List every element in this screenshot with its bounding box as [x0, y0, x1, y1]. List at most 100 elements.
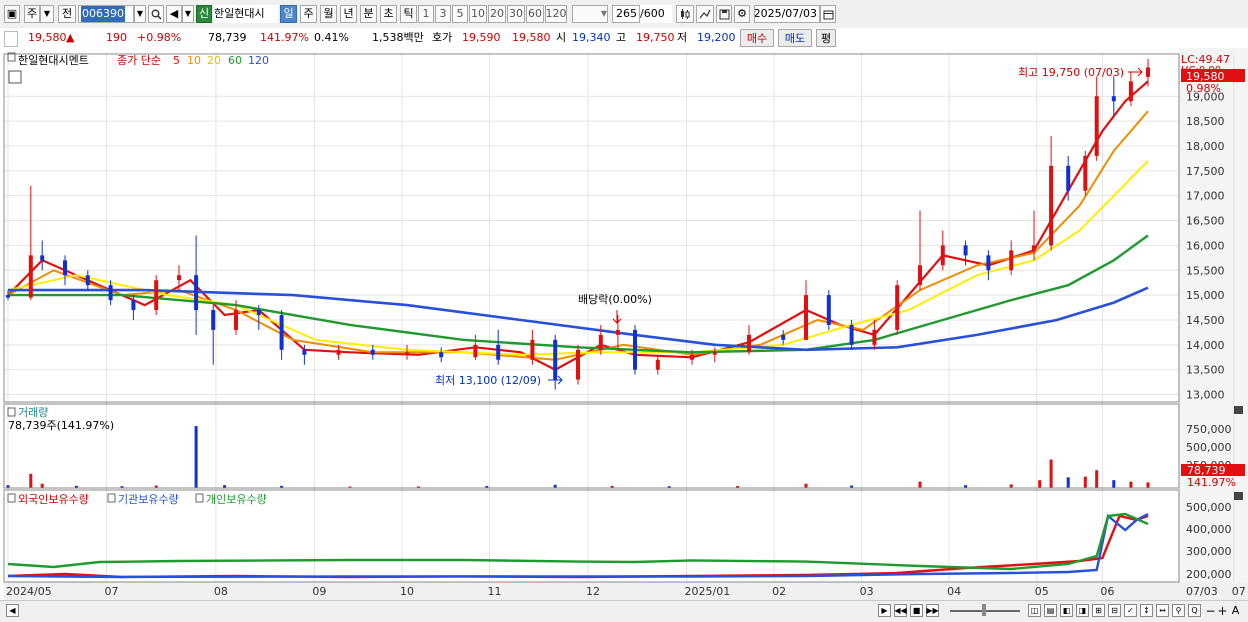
x-axis-label: 08: [214, 585, 228, 598]
candle-body: [849, 324, 854, 345]
interval-button-120[interactable]: 120: [545, 5, 567, 23]
volume-bar: [1112, 480, 1116, 488]
candle-body: [1146, 67, 1150, 77]
chart-tool-icon-2[interactable]: ▤: [1044, 604, 1057, 617]
chart-tool-icon-3[interactable]: ◧: [1060, 604, 1073, 617]
data-table-icon[interactable]: [8, 70, 22, 84]
x-axis-label: 09: [312, 585, 326, 598]
chart-tool-icon-5[interactable]: ⊞: [1092, 604, 1105, 617]
calendar-icon[interactable]: [820, 5, 836, 23]
period-tab-2[interactable]: 월: [320, 5, 337, 23]
candle-body: [336, 349, 341, 355]
volume-panel-close-icon[interactable]: [1234, 406, 1243, 414]
search-icon[interactable]: [148, 5, 164, 23]
gear-icon[interactable]: ⚙: [734, 5, 750, 23]
period-tab-0[interactable]: 일: [280, 5, 297, 23]
holding-panel-close-icon[interactable]: [1234, 492, 1243, 500]
price-tick-label: 16,000: [1186, 239, 1225, 252]
candle-body: [940, 245, 945, 266]
x-axis-label: 04: [947, 585, 961, 598]
period-tab-6[interactable]: 틱: [400, 5, 417, 23]
date-input[interactable]: 2025/07/03: [754, 5, 820, 23]
sell-button[interactable]: 매도: [778, 29, 812, 47]
font-size-icon[interactable]: A: [1229, 604, 1242, 617]
candle-body: [690, 354, 694, 360]
chart-tool-icon-10[interactable]: ⚲: [1172, 604, 1185, 617]
zoom-in-icon[interactable]: +: [1216, 604, 1229, 618]
chart-tool-icon-7[interactable]: ✓: [1124, 604, 1137, 617]
page-forward-icon[interactable]: ▶▶: [926, 604, 939, 617]
ask-label: 호가: [432, 31, 453, 44]
candle-body: [256, 310, 261, 315]
stop-icon[interactable]: ■: [910, 604, 923, 617]
market-select[interactable]: 주: [24, 5, 40, 23]
count-max-label: /600: [640, 7, 665, 20]
buy-button[interactable]: 매수: [740, 29, 774, 47]
zoom-reset-icon[interactable]: Q: [1188, 604, 1201, 617]
candle-body: [177, 275, 181, 281]
interval-button-3[interactable]: 3: [435, 5, 451, 23]
scroll-right-icon[interactable]: ▶: [878, 604, 891, 617]
count-input[interactable]: 265: [612, 5, 640, 23]
market-dropdown-icon[interactable]: ▼: [40, 5, 54, 23]
candle-type-icon[interactable]: [676, 5, 694, 23]
interval-button-20[interactable]: 20: [488, 5, 506, 23]
date-value: 2025/07/03: [754, 7, 817, 20]
sound-dropdown-icon[interactable]: ▼: [182, 5, 194, 23]
interval-button-30[interactable]: 30: [507, 5, 525, 23]
interval-custom-select[interactable]: ▼: [572, 5, 608, 23]
volume-tick-500k: 500,000: [1186, 441, 1232, 454]
interval-button-10[interactable]: 10: [469, 5, 487, 23]
drawing-tool-icon[interactable]: [696, 5, 714, 23]
eval-button[interactable]: 평: [816, 29, 836, 47]
chart-tool-icon-8[interactable]: ↕: [1140, 604, 1153, 617]
candle-body: [439, 352, 444, 358]
page-back-icon[interactable]: ◀◀: [894, 604, 907, 617]
open-label: 시: [556, 31, 567, 44]
candle-body: [747, 334, 751, 353]
dividend-annotation: 배당락(0.00%): [578, 293, 652, 306]
eval-label: 평: [820, 32, 832, 45]
period-tab-4[interactable]: 분: [360, 5, 377, 23]
volume-panel-title: 거래량: [18, 406, 48, 419]
price-tick-label: 18,000: [1186, 140, 1225, 153]
period-tab-1[interactable]: 주: [300, 5, 317, 23]
candle-body: [712, 352, 717, 355]
period-tab-3[interactable]: 년: [340, 5, 357, 23]
period-tab-5[interactable]: 초: [380, 5, 397, 23]
candle-body: [302, 349, 307, 355]
sound-icon[interactable]: ◀: [166, 5, 182, 23]
chart-tool-icon-4[interactable]: ◨: [1076, 604, 1089, 617]
interval-button-5[interactable]: 5: [452, 5, 468, 23]
price-tick-label: 13,000: [1186, 389, 1225, 402]
candle-body: [895, 285, 900, 330]
volume-value: 78,739: [208, 31, 247, 44]
zoom-slider-handle[interactable]: [982, 604, 986, 616]
volume-panel-value: 78,739주(141.97%): [8, 419, 114, 432]
chart-layout-icon[interactable]: ▣: [4, 5, 20, 23]
quote-checkbox[interactable]: [4, 31, 18, 47]
change-arrow-icon: ▲: [66, 31, 75, 44]
save-icon[interactable]: [716, 5, 732, 23]
stock-code-input[interactable]: 006390: [78, 5, 134, 23]
scroll-left-icon[interactable]: ◀: [6, 604, 19, 617]
candle-body: [234, 310, 238, 330]
candle-body: [633, 329, 637, 370]
candle-body: [872, 329, 877, 345]
ma-legend-5: 5: [173, 54, 180, 67]
holding-tick-500k: 500,000: [1186, 501, 1232, 514]
interval-button-1[interactable]: 1: [418, 5, 434, 23]
chart-tool-icon-9[interactable]: ↔: [1156, 604, 1169, 617]
chart-tool-icon-1[interactable]: ◫: [1028, 604, 1041, 617]
stock-name-label: 한일현대시: [214, 7, 265, 20]
volume-bar: [1009, 484, 1013, 488]
volume-bar: [194, 426, 198, 488]
price-tick-label: 14,000: [1186, 339, 1225, 352]
price-panel-stock-name: 한일현대시멘트: [18, 53, 89, 67]
scope-button[interactable]: 전: [58, 5, 76, 23]
interval-button-60[interactable]: 60: [526, 5, 544, 23]
chart-tool-icon-6[interactable]: ⊟: [1108, 604, 1121, 617]
candle-body: [918, 265, 922, 286]
holding-tick-400k: 400,000: [1186, 523, 1232, 536]
code-dropdown-icon[interactable]: ▼: [134, 5, 146, 23]
